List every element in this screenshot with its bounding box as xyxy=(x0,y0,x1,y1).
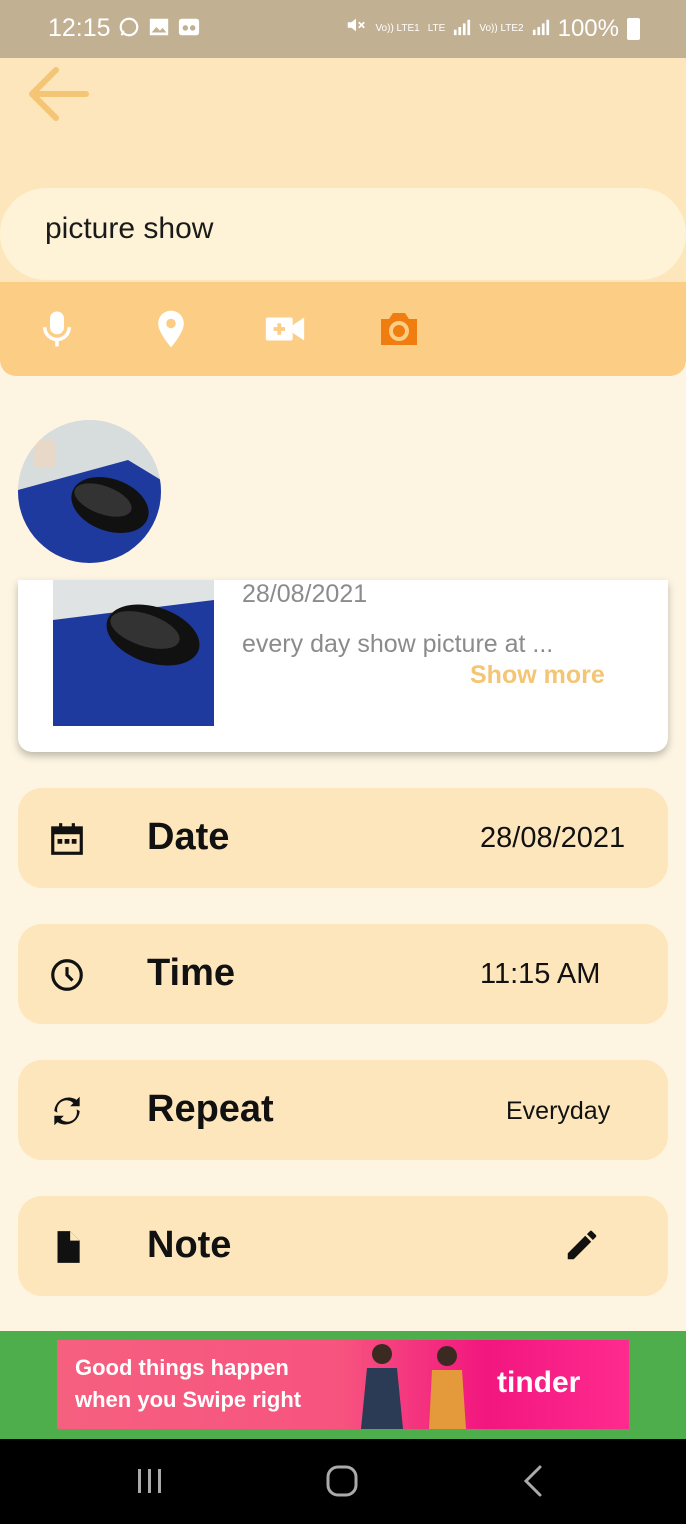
signal-icon xyxy=(453,15,471,43)
card-date: 28/08/2021 xyxy=(242,580,368,608)
time-value: 11:15 AM xyxy=(480,958,601,990)
voicemail-icon xyxy=(178,16,200,38)
note-label: Note xyxy=(147,1224,232,1266)
camera-button[interactable] xyxy=(374,304,424,354)
mute-icon xyxy=(345,14,367,43)
repeat-row[interactable]: Repeat Everyday xyxy=(18,1060,668,1160)
microphone-icon xyxy=(43,311,71,347)
ad-line-1: Good things happen xyxy=(75,1355,289,1380)
status-time: 12:15 xyxy=(48,14,111,42)
system-nav-bar xyxy=(0,1439,686,1524)
repeat-label: Repeat xyxy=(147,1088,274,1130)
back-nav-icon[interactable] xyxy=(514,1461,554,1501)
status-bar: 12:15 Vo)) LTE1 LTE Vo)) LTE2 100% xyxy=(0,0,686,58)
entry-card[interactable]: 28/08/2021 every day show picture at ...… xyxy=(18,580,668,752)
pencil-icon[interactable] xyxy=(563,1226,601,1264)
repeat-icon xyxy=(54,1096,80,1126)
ad-banner[interactable]: Good things happen when you Swipe right … xyxy=(57,1340,629,1429)
note-row[interactable]: Note xyxy=(18,1196,668,1296)
sim2-label: Vo)) LTE2 xyxy=(479,22,524,34)
card-photo xyxy=(53,580,214,726)
clock-icon xyxy=(51,959,83,991)
mouse-photo-thumbnail xyxy=(18,420,161,563)
sim1-label: Vo)) LTE1 xyxy=(375,22,420,34)
video-add-icon xyxy=(265,317,305,341)
title-value[interactable]: picture show xyxy=(45,212,213,246)
date-row[interactable]: Date 28/08/2021 xyxy=(18,788,668,888)
battery-icon xyxy=(627,17,640,40)
repeat-value: Everyday xyxy=(506,1097,611,1125)
battery-percent: 100% xyxy=(557,14,619,42)
mouse-photo xyxy=(53,580,214,726)
home-icon[interactable] xyxy=(322,1461,362,1501)
gallery-icon xyxy=(148,16,170,38)
arrow-left-icon xyxy=(29,67,89,121)
camera-icon xyxy=(381,313,417,345)
whatsapp-icon xyxy=(118,16,140,38)
video-button[interactable] xyxy=(260,304,310,354)
date-value: 28/08/2021 xyxy=(480,822,626,854)
card-description: every day show picture at ... xyxy=(242,630,554,658)
back-button[interactable] xyxy=(26,64,92,124)
time-label: Time xyxy=(147,952,236,994)
avatar[interactable] xyxy=(18,420,161,563)
location-button[interactable] xyxy=(146,304,196,354)
note-icon xyxy=(57,1231,80,1263)
network-label: LTE xyxy=(427,22,446,34)
signal-icon xyxy=(532,15,550,43)
time-row[interactable]: Time 11:15 AM xyxy=(18,924,668,1024)
calendar-icon xyxy=(51,823,83,855)
date-label: Date xyxy=(147,816,230,858)
recent-apps-icon[interactable] xyxy=(130,1461,170,1501)
ad-brand: tinder xyxy=(497,1366,581,1399)
ad-line-2: when you Swipe right xyxy=(75,1387,302,1412)
ad-people-illustration xyxy=(361,1344,466,1429)
location-pin-icon xyxy=(158,310,184,348)
microphone-button[interactable] xyxy=(32,304,82,354)
media-toolbar xyxy=(0,282,686,376)
show-more-link[interactable]: Show more xyxy=(470,661,605,690)
